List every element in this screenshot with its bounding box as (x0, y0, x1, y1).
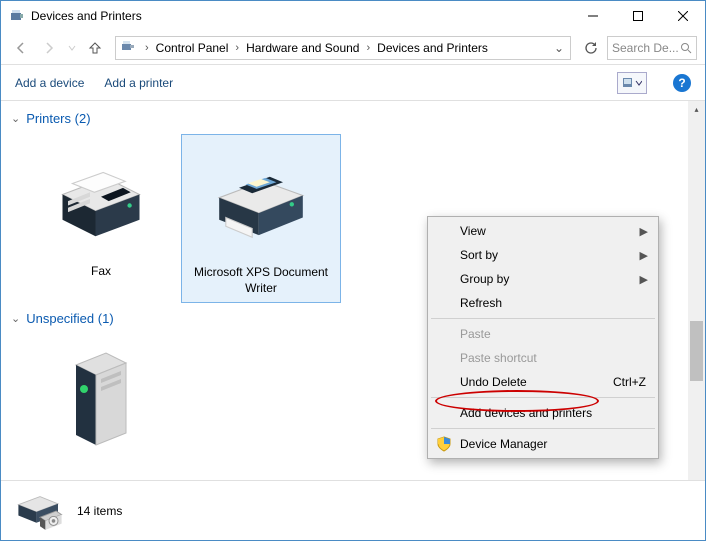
status-text: 14 items (77, 504, 122, 518)
chevron-right-icon[interactable]: › (366, 42, 370, 54)
command-bar: Add a device Add a printer ? (1, 65, 705, 101)
group-name: Printers (26, 111, 71, 126)
refresh-button[interactable] (579, 36, 603, 60)
chevron-down-icon: ⌄ (11, 312, 20, 325)
printer-icon (188, 141, 334, 261)
ctx-paste-shortcut: Paste shortcut (430, 346, 656, 370)
ctx-refresh[interactable]: Refresh (430, 291, 656, 315)
chevron-right-icon[interactable]: › (235, 42, 239, 54)
recent-dropdown[interactable] (65, 36, 79, 60)
nav-bar: › Control Panel › Hardware and Sound › D… (1, 31, 705, 65)
ctx-device-manager[interactable]: Device Manager (430, 432, 656, 456)
search-input[interactable]: Search De... (607, 36, 697, 60)
device-label: Microsoft XPS Document Writer (188, 265, 334, 296)
status-bar: 14 items (1, 480, 705, 540)
view-mode-button[interactable] (617, 72, 647, 94)
ctx-view[interactable]: View ▶ (430, 219, 656, 243)
help-button[interactable]: ? (673, 74, 691, 92)
device-item-fax[interactable]: Fax (21, 134, 181, 303)
ctx-sort-by[interactable]: Sort by ▶ (430, 243, 656, 267)
app-icon (9, 8, 25, 24)
status-devices-icon (13, 490, 67, 532)
search-placeholder: Search De... (612, 41, 679, 55)
back-button[interactable] (9, 36, 33, 60)
title-bar: Devices and Printers (1, 1, 705, 31)
fax-icon (27, 140, 175, 260)
separator (431, 397, 655, 398)
separator (431, 318, 655, 319)
ctx-group-by[interactable]: Group by ▶ (430, 267, 656, 291)
submenu-arrow-icon: ▶ (640, 249, 648, 262)
scroll-thumb[interactable] (690, 321, 703, 381)
vertical-scrollbar[interactable]: ▴ ▾ (688, 101, 705, 511)
breadcrumb-part[interactable]: Control Panel (154, 41, 231, 55)
history-dropdown[interactable]: ⌄ (550, 41, 568, 55)
window-title: Devices and Printers (31, 9, 570, 23)
breadcrumb-part[interactable]: Devices and Printers (375, 41, 490, 55)
ctx-paste: Paste (430, 322, 656, 346)
forward-button[interactable] (37, 36, 61, 60)
add-printer-link[interactable]: Add a printer (104, 76, 173, 90)
group-header-printers[interactable]: ⌄ Printers (2) (1, 107, 705, 130)
submenu-arrow-icon: ▶ (640, 225, 648, 238)
shortcut-label: Ctrl+Z (613, 375, 646, 389)
chevron-right-icon[interactable]: › (145, 42, 149, 54)
up-button[interactable] (83, 36, 107, 60)
device-item-unspecified[interactable] (21, 334, 181, 470)
scroll-up-arrow[interactable]: ▴ (688, 101, 705, 118)
tower-device-icon (27, 340, 175, 460)
device-item-xps[interactable]: Microsoft XPS Document Writer (181, 134, 341, 303)
group-name: Unspecified (26, 311, 94, 326)
ctx-undo-delete[interactable]: Undo Delete Ctrl+Z (430, 370, 656, 394)
chevron-down-icon: ⌄ (11, 112, 20, 125)
address-bar[interactable]: › Control Panel › Hardware and Sound › D… (115, 36, 571, 60)
group-count: (2) (75, 111, 91, 126)
devices-icon (120, 39, 138, 57)
context-menu: View ▶ Sort by ▶ Group by ▶ Refresh Past… (427, 216, 659, 459)
device-label: Fax (27, 264, 175, 280)
minimize-button[interactable] (570, 1, 615, 31)
shield-icon (436, 436, 452, 452)
search-icon (680, 42, 692, 54)
breadcrumb-part[interactable]: Hardware and Sound (244, 41, 361, 55)
close-button[interactable] (660, 1, 705, 31)
add-device-link[interactable]: Add a device (15, 76, 84, 90)
ctx-add-devices-and-printers[interactable]: Add devices and printers (430, 401, 656, 425)
separator (431, 428, 655, 429)
maximize-button[interactable] (615, 1, 660, 31)
submenu-arrow-icon: ▶ (640, 273, 648, 286)
group-count: (1) (98, 311, 114, 326)
